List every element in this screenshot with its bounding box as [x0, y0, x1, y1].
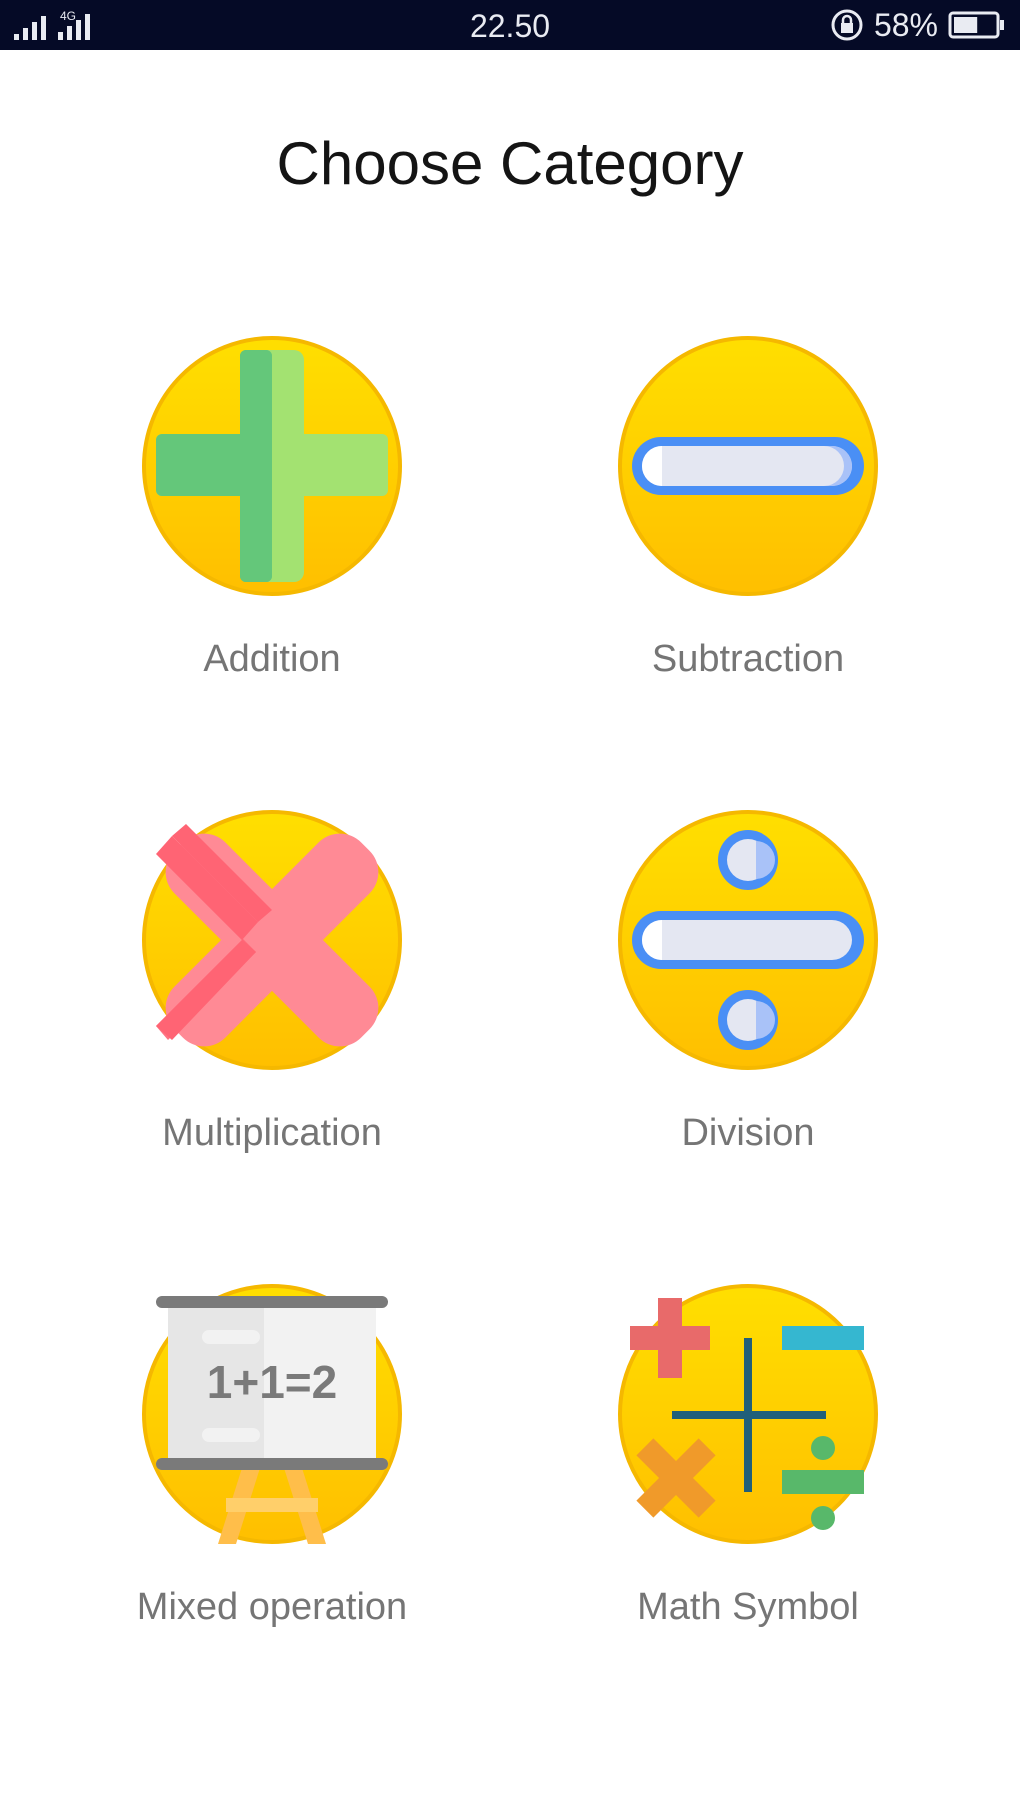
category-math-symbol[interactable]: Math Symbol [568, 1284, 928, 1664]
page-title: Choose Category [276, 130, 744, 197]
category-label: Mixed operation [136, 1586, 408, 1628]
category-label: Math Symbol [637, 1586, 859, 1628]
category-label: Multiplication [162, 1112, 382, 1154]
category-mixed-operation[interactable]: 1+1=2 Mixed operation [92, 1284, 452, 1664]
blackboard-icon: 1+1=2 [142, 1284, 402, 1544]
category-subtraction[interactable]: Subtraction [568, 336, 928, 716]
battery-icon [948, 11, 1004, 39]
category-division[interactable]: Division [568, 810, 928, 1190]
math-symbols-icon [618, 1284, 878, 1544]
board-text: 1+1=2 [207, 1356, 337, 1408]
multiply-icon [142, 810, 402, 1070]
plus-icon [142, 336, 402, 596]
category-multiplication[interactable]: Multiplication [92, 810, 452, 1190]
category-grid: Addition Subtraction Multiplication Divi… [0, 336, 1020, 1696]
status-right-group: 58% [830, 8, 1006, 42]
category-label: Division [681, 1112, 815, 1154]
category-label: Subtraction [651, 638, 845, 680]
battery-percentage: 58% [873, 7, 938, 43]
category-addition[interactable]: Addition [92, 336, 452, 716]
minus-icon [618, 336, 878, 596]
rotation-lock-icon [831, 9, 863, 41]
category-label: Addition [203, 638, 341, 680]
status-bar: 4G 22.50 58% [0, 0, 1020, 50]
divide-icon [618, 810, 878, 1070]
